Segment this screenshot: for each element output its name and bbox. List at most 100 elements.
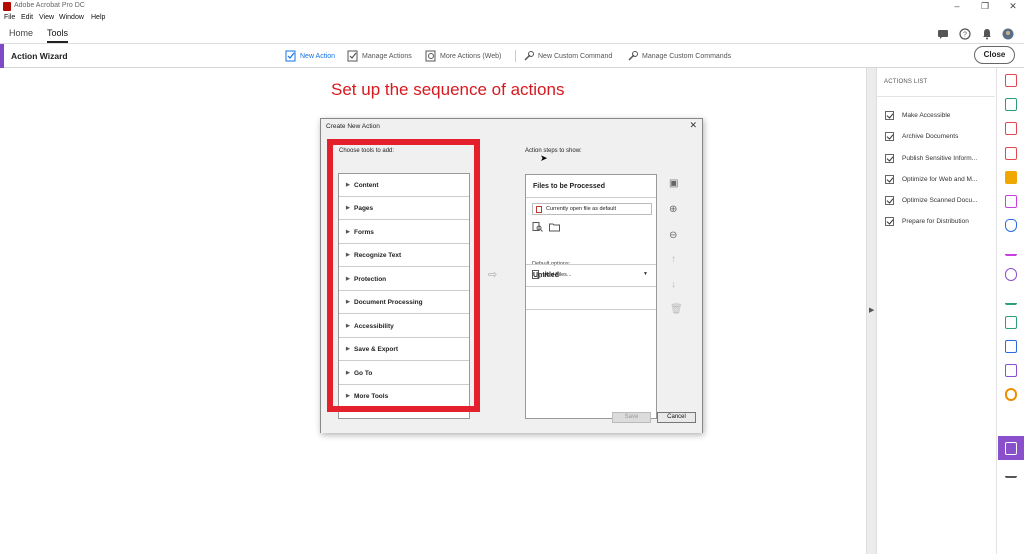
help-icon[interactable]: ? [959,28,971,40]
comment-icon[interactable] [937,28,949,40]
steps-divider [526,309,656,310]
fill-sign-icon[interactable] [1005,243,1017,256]
minimize-button[interactable]: – [950,1,964,12]
highlight-annotation-box [327,139,480,412]
user-avatar-icon[interactable] [1002,28,1014,40]
tool-accent-bar [0,44,4,68]
organize-pages-icon[interactable] [1005,147,1017,160]
close-window-button[interactable]: ✕ [1006,1,1020,12]
action-item-label: Optimize for Web and M... [902,175,978,183]
folder-icon[interactable] [549,222,560,232]
more-actions-label: More Actions (Web) [440,52,502,60]
new-action-icon [285,50,296,62]
accessibility-icon[interactable] [1005,268,1017,281]
new-custom-command-button[interactable]: New Custom Command [523,50,612,62]
action-checkbox-icon [885,153,894,163]
create-pdf-icon[interactable] [1005,74,1017,87]
maximize-button[interactable]: ❐ [978,1,992,12]
tools-rail [996,68,1024,554]
action-item[interactable]: Prepare for Distribution [885,215,969,227]
panel-divider [877,96,995,97]
action-item[interactable]: Archive Documents [885,130,958,142]
menu-view[interactable]: View [39,14,54,21]
action-checkbox-icon [885,110,894,120]
manage-actions-label: Manage Actions [362,52,412,60]
add-divider-icon[interactable]: ⊖ [669,230,677,241]
instruction-headline: Set up the sequence of actions [331,80,565,99]
new-custom-command-icon [524,51,534,61]
move-down-icon[interactable]: ↓ [671,279,676,290]
tool-name: Action Wizard [11,51,68,61]
toolbar-divider [515,50,516,62]
close-tool-button[interactable]: Close [974,46,1015,64]
menu-file[interactable]: File [4,14,15,21]
rich-media-icon[interactable] [1005,340,1017,353]
action-wizard-icon[interactable] [1005,442,1017,455]
action-checkbox-icon [885,174,894,184]
combine-files-icon[interactable] [1005,195,1017,208]
collapse-arrow-icon[interactable]: ▶ [869,306,874,314]
print-production-icon[interactable] [1005,316,1017,329]
save-button[interactable]: Save [612,412,651,423]
edit-pdf-icon[interactable] [1005,98,1017,111]
panel-splitter[interactable]: ▶ [866,68,876,554]
send-for-signature-icon[interactable] [1005,292,1017,305]
pdf-file-icon [536,206,542,213]
protect-icon[interactable] [1005,219,1017,232]
action-item[interactable]: Make Accessible [885,109,950,121]
acrobat-logo-icon [3,2,11,11]
notifications-bell-icon[interactable] [981,28,993,40]
menu-bar: File Edit View Window Help [0,13,1024,24]
actions-list-panel: ACTIONS LIST Make Accessible Archive Doc… [876,68,996,554]
action-item-label: Optimize Scanned Docu... [902,196,978,204]
steps-divider [526,286,656,287]
export-pdf-icon[interactable] [1005,122,1017,135]
action-item-label: Prepare for Distribution [902,217,969,225]
cancel-button[interactable]: Cancel [657,412,696,423]
action-steps-list: Files to be Processed Currently open fil… [525,174,657,419]
add-to-steps-arrow-icon[interactable]: ⇨ [488,268,497,281]
more-tools-icon[interactable] [1005,465,1017,478]
action-checkbox-icon [885,216,894,226]
action-item-label: Publish Sensitive Inform... [902,154,978,162]
mouse-cursor-icon: ➤ [540,153,548,163]
manage-actions-button[interactable]: Manage Actions [347,50,412,62]
new-action-label: New Action [300,52,336,60]
more-actions-icon [425,50,436,62]
action-item[interactable]: Optimize Scanned Docu... [885,194,978,206]
menu-edit[interactable]: Edit [21,14,33,21]
new-custom-command-label: New Custom Command [538,52,613,60]
tab-home[interactable]: Home [9,28,33,38]
open-file-option-select[interactable]: Currently open file as default [532,203,652,215]
more-actions-web-button[interactable]: More Actions (Web) [425,50,501,62]
svg-text:?: ? [963,32,967,39]
add-panel-info-icon[interactable]: ⊕ [669,204,677,215]
window-title: Adobe Acrobat Pro DC [14,2,85,9]
action-item-label: Make Accessible [902,111,951,119]
title-bar: Adobe Acrobat Pro DC – ❐ ✕ [0,0,1024,13]
comment-tool-icon[interactable] [1005,171,1017,184]
measure-icon[interactable] [1005,388,1017,401]
manage-custom-commands-button[interactable]: Manage Custom Commands [627,50,731,62]
steps-divider [526,197,656,198]
new-action-button[interactable]: New Action [285,50,335,62]
files-to-be-processed-header[interactable]: Files to be Processed [533,183,605,190]
action-checkbox-icon [885,195,894,205]
open-file-option-label: Currently open file as default [546,206,617,212]
actions-list-header: ACTIONS LIST [884,79,928,85]
add-instruction-icon[interactable]: ▣ [669,178,678,189]
find-file-icon[interactable] [532,222,543,232]
stamp-icon[interactable] [1005,364,1017,377]
dropdown-arrow-icon: ▼ [643,271,648,277]
steps-divider [526,264,656,265]
move-up-icon[interactable]: ↑ [671,254,676,265]
dialog-title: Create New Action [326,123,380,130]
tab-tools[interactable]: Tools [47,28,69,43]
dialog-close-button[interactable]: ✕ [689,120,697,131]
action-item[interactable]: Publish Sensitive Inform... [885,152,977,164]
action-item[interactable]: Optimize for Web and M... [885,173,977,185]
menu-window[interactable]: Window [59,14,84,21]
menu-help[interactable]: Help [91,14,105,21]
untitled-step[interactable]: Untitled [533,272,559,279]
delete-trash-icon[interactable]: 🗑 [670,304,683,315]
